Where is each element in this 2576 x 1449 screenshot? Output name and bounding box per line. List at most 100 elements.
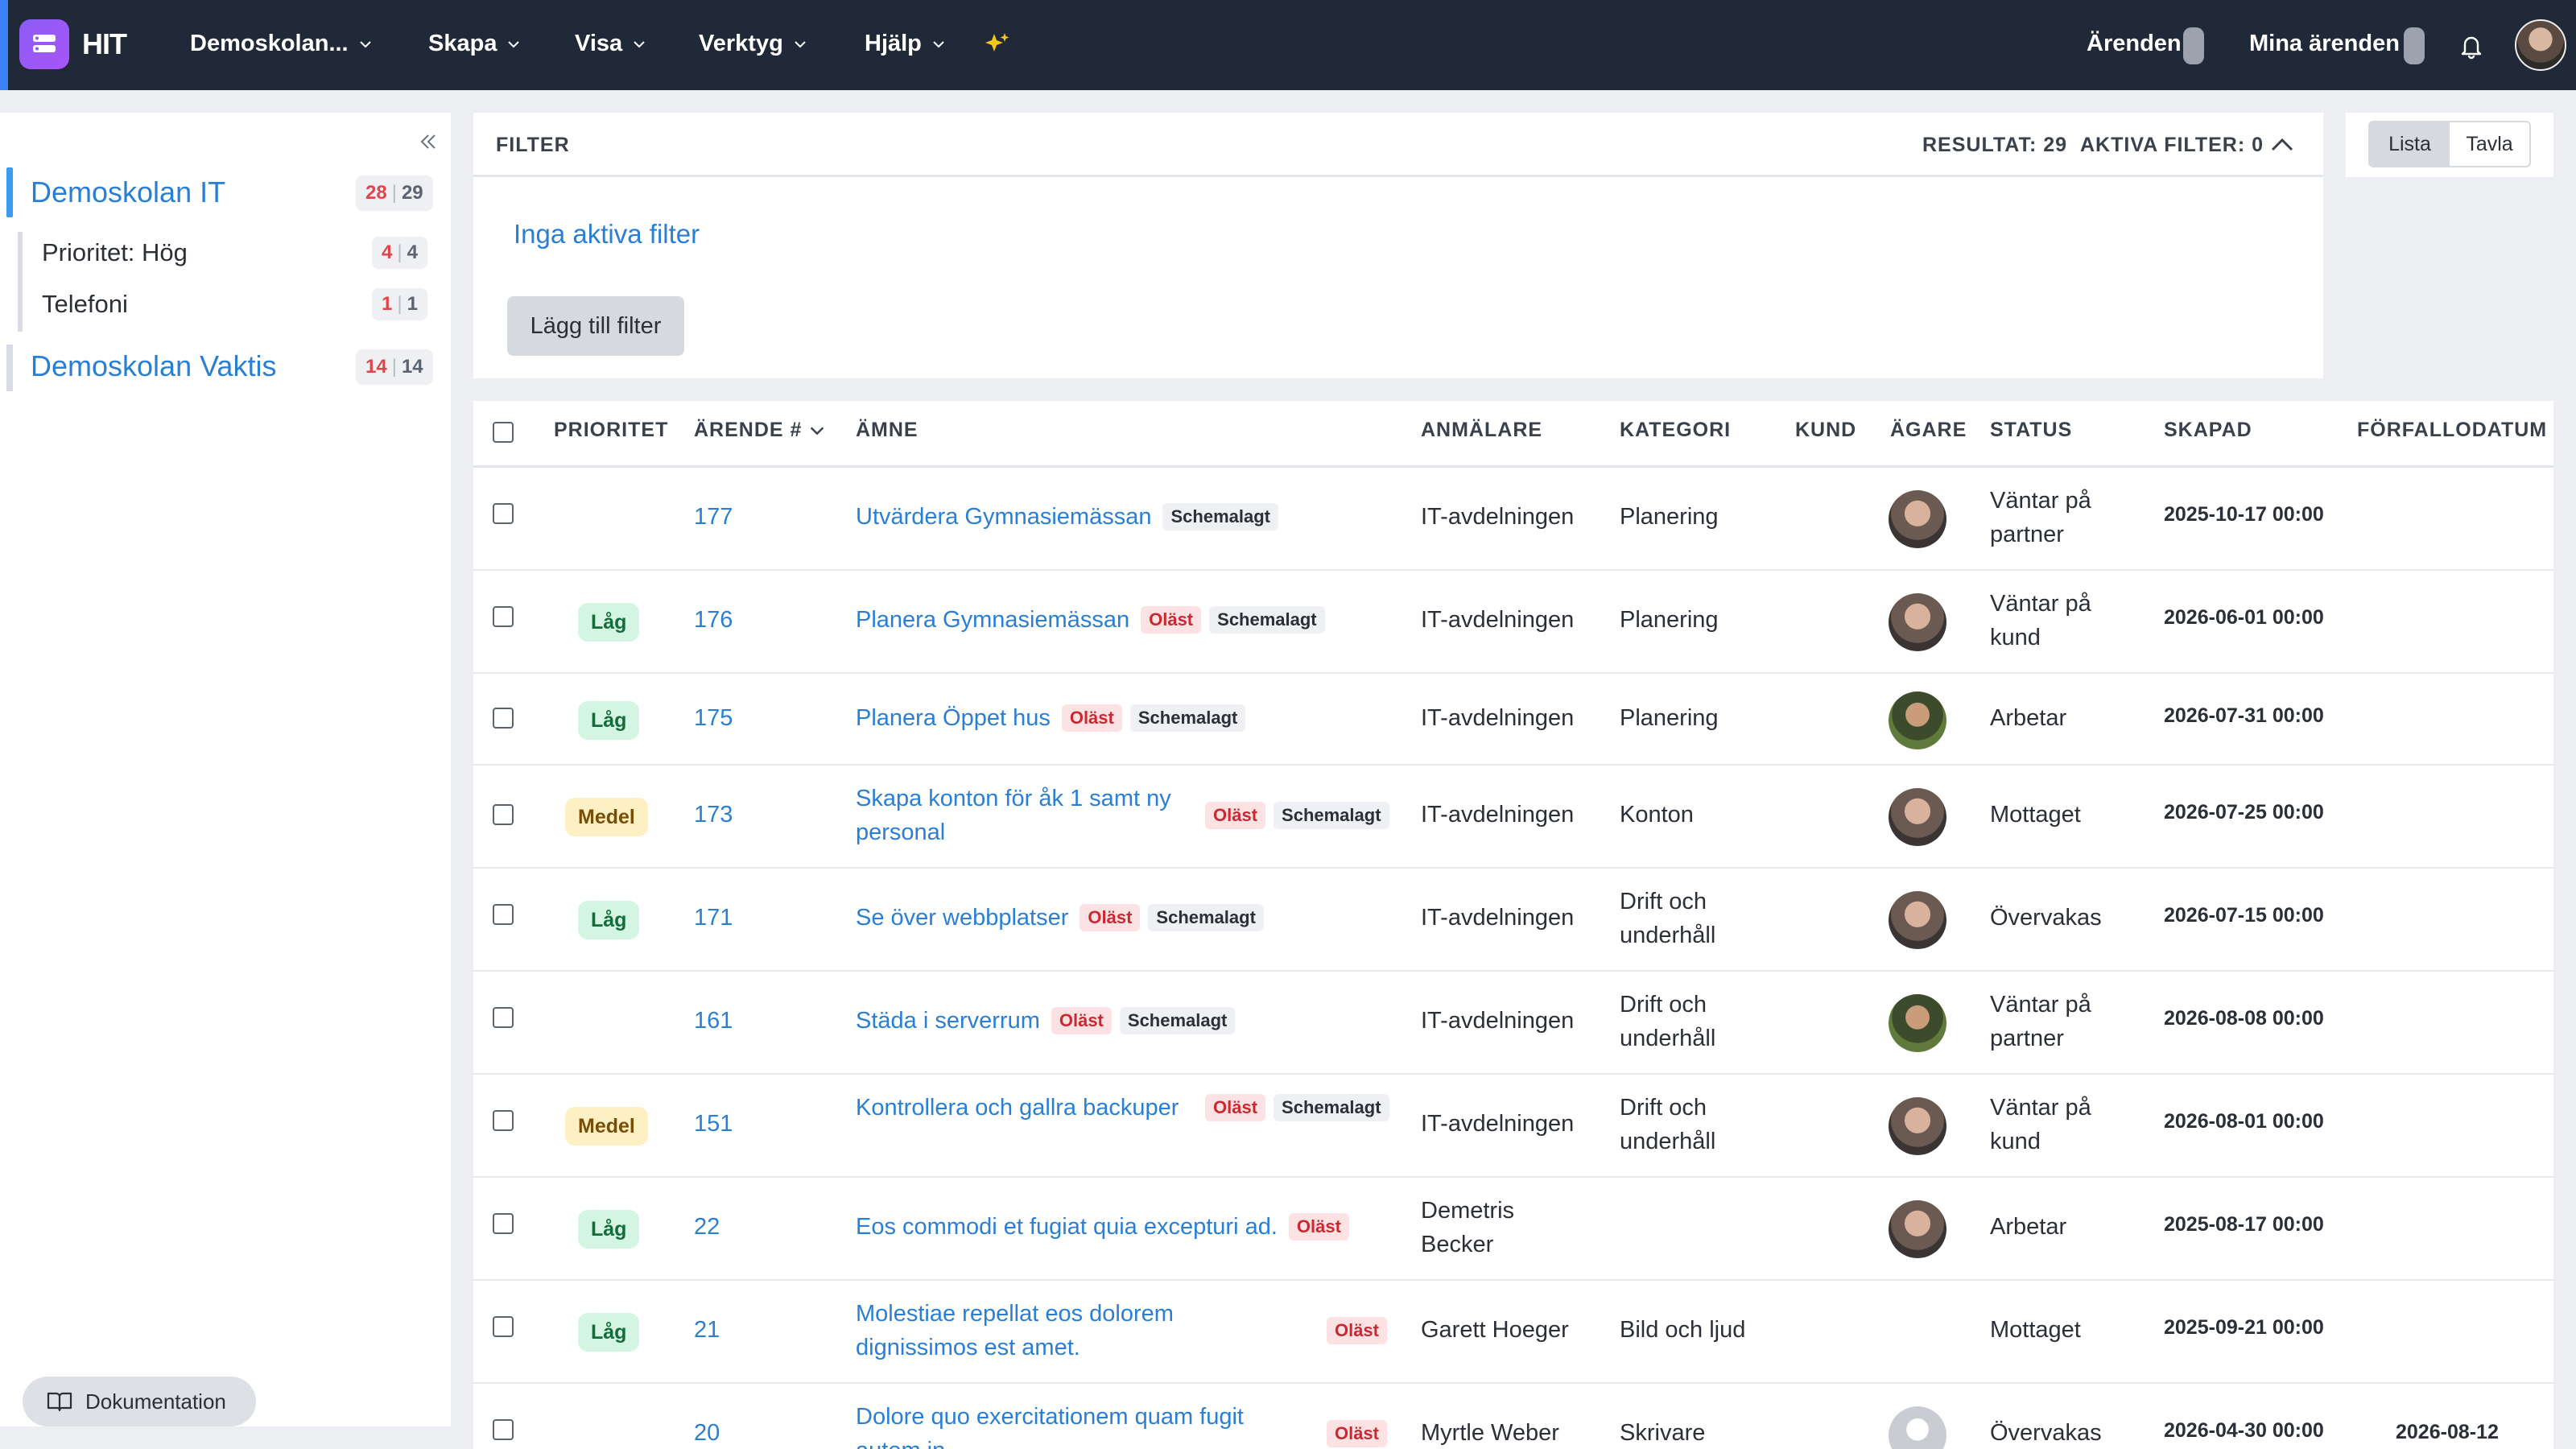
view-board-button[interactable]: Tavla bbox=[2450, 122, 2529, 166]
table-row[interactable]: Låg 176 Planera Gymnasiemässan Oläst Sch… bbox=[473, 571, 2553, 674]
table-row[interactable]: Medel 151 Kontrollera och gallra backupe… bbox=[473, 1075, 2553, 1178]
subject-link[interactable]: Molestiae repellat eos dolorem dignissim… bbox=[856, 1297, 1234, 1364]
table-row[interactable]: Låg 171 Se över webbplatser Oläst Schema… bbox=[473, 869, 2553, 972]
arenden-toggle[interactable] bbox=[2183, 27, 2204, 64]
unread-tag: Oläst bbox=[1288, 1213, 1349, 1241]
column-header-priority[interactable]: PRIORITET bbox=[554, 419, 668, 442]
row-checkbox[interactable] bbox=[493, 1316, 514, 1337]
nav-menu-verktyg[interactable]: Verktyg bbox=[699, 31, 807, 57]
subject-cell: Eos commodi et fugiat quia excepturi ad.… bbox=[856, 1210, 1349, 1244]
column-header-due[interactable]: FÖRFALLODATUM bbox=[2357, 419, 2547, 442]
row-checkbox[interactable] bbox=[493, 1419, 514, 1440]
subject-link[interactable]: Eos commodi et fugiat quia excepturi ad. bbox=[856, 1210, 1278, 1244]
row-checkbox[interactable] bbox=[493, 503, 514, 524]
table-row[interactable]: Låg 175 Planera Öppet hus Oläst Schemala… bbox=[473, 674, 2553, 766]
ticket-number[interactable]: 22 bbox=[694, 1210, 720, 1244]
sidebar-item-telefoni[interactable]: Telefoni bbox=[42, 290, 128, 319]
status-cell: Arbetar bbox=[1990, 1214, 2067, 1240]
subject-link[interactable]: Kontrollera och gallra backuper bbox=[856, 1091, 1194, 1125]
row-checkbox[interactable] bbox=[493, 606, 514, 627]
subject-link[interactable]: Utvärdera Gymnasiemässan bbox=[856, 500, 1151, 534]
ticket-number[interactable]: 151 bbox=[694, 1107, 733, 1141]
table-row[interactable]: Medel 173 Skapa konton för åk 1 samt ny … bbox=[473, 766, 2553, 869]
column-header-reporter[interactable]: ANMÄLARE bbox=[1421, 419, 1542, 442]
ticket-number[interactable]: 177 bbox=[694, 500, 733, 534]
priority-badge: Medel bbox=[565, 798, 648, 836]
subject-cell: Skapa konton för åk 1 samt ny personal O… bbox=[856, 782, 1389, 849]
row-checkbox[interactable] bbox=[493, 1007, 514, 1028]
documentation-button[interactable]: Dokumentation bbox=[23, 1377, 256, 1426]
select-all-checkbox[interactable] bbox=[493, 422, 514, 443]
ticket-number[interactable]: 171 bbox=[694, 901, 733, 935]
table-row[interactable]: Låg 21 Molestiae repellat eos dolorem di… bbox=[473, 1281, 2553, 1384]
subject-link[interactable]: Städa i serverrum bbox=[856, 1004, 1040, 1038]
table-row[interactable]: 161 Städa i serverrum Oläst Schemalagt I… bbox=[473, 972, 2553, 1075]
mina-arenden-link[interactable]: Mina ärenden bbox=[2249, 31, 2400, 57]
table-row[interactable]: 20 Dolore quo exercitationem quam fugit … bbox=[473, 1384, 2553, 1449]
subject-link[interactable]: Planera Öppet hus bbox=[856, 701, 1051, 735]
ticket-number[interactable]: 161 bbox=[694, 1004, 733, 1038]
total-count: 29 bbox=[401, 182, 423, 204]
scheduled-tag: Schemalagt bbox=[1209, 606, 1325, 634]
view-list-button[interactable]: Lista bbox=[2370, 122, 2450, 166]
mina-arenden-toggle[interactable] bbox=[2404, 27, 2425, 64]
bell-icon[interactable] bbox=[2458, 32, 2484, 60]
subject-link[interactable]: Dolore quo exercitationem quam fugit aut… bbox=[856, 1400, 1290, 1449]
category-cell: Bild och ljud bbox=[1620, 1317, 1746, 1343]
subject-cell: Utvärdera Gymnasiemässan Schemalagt bbox=[856, 500, 1278, 534]
status-cell: Mottaget bbox=[1990, 802, 2081, 828]
no-active-filters-text: Inga aktiva filter bbox=[514, 219, 700, 249]
nav-menu-label: Verktyg bbox=[699, 31, 783, 56]
sidebar-item-prioritet-hog[interactable]: Prioritet: Hög bbox=[42, 238, 188, 267]
chevron-down-icon bbox=[634, 40, 645, 47]
subject-link[interactable]: Skapa konton för åk 1 samt ny personal bbox=[856, 782, 1194, 849]
subject-cell: Kontrollera och gallra backuper Oläst Sc… bbox=[856, 1091, 1389, 1125]
created-date: 2026-08-01 00:00 bbox=[2164, 1110, 2324, 1133]
filter-title: FILTER bbox=[496, 134, 570, 156]
brand-name[interactable]: HIT bbox=[82, 27, 127, 61]
unread-tag: Oläst bbox=[1326, 1420, 1387, 1447]
user-avatar[interactable] bbox=[2515, 19, 2566, 71]
group-count-badge: 28 | 29 bbox=[356, 175, 433, 211]
arenden-link[interactable]: Ärenden bbox=[2087, 31, 2182, 57]
column-header-owner[interactable]: ÄGARE bbox=[1890, 419, 1967, 442]
created-date: 2025-10-17 00:00 bbox=[2164, 503, 2324, 526]
column-header-status[interactable]: STATUS bbox=[1990, 419, 2072, 442]
subject-link[interactable]: Se över webbplatser bbox=[856, 901, 1068, 935]
subject-cell: Planera Gymnasiemässan Oläst Schemalagt bbox=[856, 603, 1325, 637]
nav-menu-hjalp[interactable]: Hjälp bbox=[865, 31, 946, 57]
column-header-ticket[interactable]: ÄRENDE # bbox=[694, 419, 826, 442]
row-checkbox[interactable] bbox=[493, 1110, 514, 1131]
ticket-number[interactable]: 175 bbox=[694, 701, 733, 735]
ticket-number[interactable]: 21 bbox=[694, 1313, 720, 1347]
ticket-number[interactable]: 173 bbox=[694, 798, 733, 832]
nav-menu-skapa[interactable]: Skapa bbox=[428, 31, 521, 57]
subject-link[interactable]: Planera Gymnasiemässan bbox=[856, 603, 1129, 637]
table-row[interactable]: Låg 22 Eos commodi et fugiat quia except… bbox=[473, 1178, 2553, 1281]
sparkle-icon[interactable] bbox=[984, 31, 1011, 58]
table-row[interactable]: 177 Utvärdera Gymnasiemässan Schemalagt … bbox=[473, 468, 2553, 571]
column-header-category[interactable]: KATEGORI bbox=[1620, 419, 1731, 442]
collapse-sidebar-icon[interactable] bbox=[417, 130, 440, 153]
ticket-number[interactable]: 20 bbox=[694, 1416, 720, 1449]
view-toggle: Lista Tavla bbox=[2368, 121, 2531, 167]
app-logo-icon[interactable] bbox=[19, 19, 69, 69]
ticket-number[interactable]: 176 bbox=[694, 603, 733, 637]
owner-avatar bbox=[1889, 691, 1946, 749]
row-checkbox[interactable] bbox=[493, 1213, 514, 1234]
nav-menu-workspace[interactable]: Demoskolan... bbox=[190, 31, 373, 57]
add-filter-button[interactable]: Lägg till filter bbox=[507, 296, 684, 356]
status-cell: Väntar på partner bbox=[1990, 992, 2091, 1051]
row-checkbox[interactable] bbox=[493, 804, 514, 825]
row-checkbox[interactable] bbox=[493, 904, 514, 925]
column-header-subject[interactable]: ÄMNE bbox=[856, 419, 919, 442]
subject-cell: Städa i serverrum Oläst Schemalagt bbox=[856, 1004, 1236, 1038]
column-header-customer[interactable]: KUND bbox=[1795, 419, 1856, 442]
row-checkbox[interactable] bbox=[493, 708, 514, 729]
chevron-up-icon[interactable] bbox=[2268, 134, 2296, 156]
sidebar-group-demoskolan-it[interactable]: Demoskolan IT bbox=[31, 175, 225, 209]
column-header-created[interactable]: SKAPAD bbox=[2164, 419, 2252, 442]
nav-menu-visa[interactable]: Visa bbox=[575, 31, 646, 57]
sidebar-group-demoskolan-vaktis[interactable]: Demoskolan Vaktis bbox=[31, 349, 276, 383]
subject-cell: Se över webbplatser Oläst Schemalagt bbox=[856, 901, 1264, 935]
